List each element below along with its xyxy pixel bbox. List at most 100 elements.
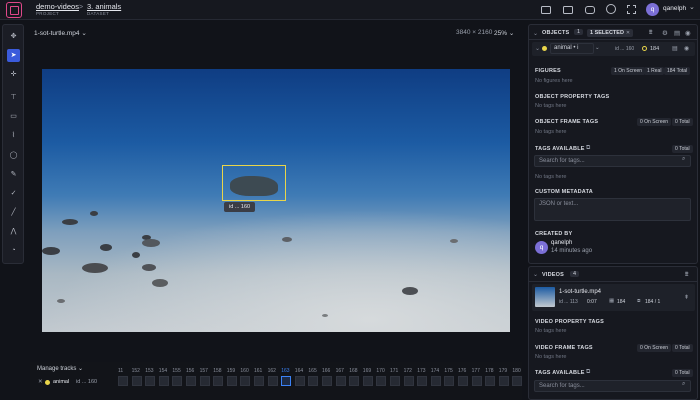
frame-cell[interactable] <box>362 376 373 386</box>
chevron-down-icon[interactable]: ⌄ <box>78 366 83 372</box>
frame-cell[interactable] <box>308 376 319 386</box>
user-name[interactable]: qanelph <box>663 5 686 12</box>
frame-tick[interactable]: 166 <box>322 368 330 374</box>
brush-icon[interactable]: ✎ <box>7 168 20 181</box>
chevron-down-icon[interactable]: ⌄ <box>509 30 514 37</box>
frame-cell[interactable] <box>376 376 387 386</box>
object-class-select[interactable]: animal • i <box>550 43 594 54</box>
fullscreen-icon[interactable] <box>541 6 551 14</box>
settings-icon[interactable]: ⚙ <box>662 29 668 37</box>
frame-tick[interactable]: 178 <box>485 368 493 374</box>
frame-cell[interactable] <box>349 376 360 386</box>
custom-metadata-input[interactable]: JSON or text... <box>534 198 691 221</box>
frame-cell[interactable] <box>118 376 128 386</box>
play-icon[interactable] <box>563 6 573 14</box>
frame-tick[interactable]: 160 <box>240 368 248 374</box>
chevron-down-icon[interactable]: ⌄ <box>533 30 538 37</box>
frame-cell[interactable] <box>281 376 292 386</box>
video-tags-search-input[interactable]: Search for tags... <box>534 380 691 392</box>
frame-tick[interactable]: 161 <box>254 368 262 374</box>
frame-cell[interactable] <box>226 376 237 386</box>
cursor-icon[interactable]: ➤ <box>7 49 20 62</box>
bounding-box-label[interactable]: id ... 160 <box>224 202 256 212</box>
frame-cell[interactable] <box>322 376 332 386</box>
frame-cell[interactable] <box>240 376 251 386</box>
frame-tick[interactable]: 176 <box>458 368 466 374</box>
chevron-down-icon[interactable]: ⌄ <box>595 45 600 51</box>
frame-tick[interactable]: 153 <box>145 368 153 374</box>
frame-cell[interactable] <box>145 376 156 386</box>
frame-tick[interactable]: 179 <box>499 368 507 374</box>
video-menu-icon[interactable]: ⇞ <box>684 294 689 301</box>
frame-tick[interactable]: 177 <box>472 368 480 374</box>
frame-cell[interactable] <box>172 376 183 386</box>
eye-icon[interactable]: ◉ <box>685 29 691 37</box>
frame-tick[interactable]: 152 <box>132 368 140 374</box>
trash-icon[interactable]: ▤ <box>674 29 680 37</box>
camera-icon[interactable] <box>585 6 595 14</box>
search-icon[interactable]: ⌕ <box>682 381 685 388</box>
frame-cell[interactable] <box>267 376 278 386</box>
logo-icon[interactable] <box>6 2 22 18</box>
frame-cell[interactable] <box>186 376 196 386</box>
frame-cell[interactable] <box>158 376 169 386</box>
frame-cell[interactable] <box>458 376 468 386</box>
link-icon[interactable]: ⧉ <box>586 369 590 376</box>
search-icon[interactable]: ⌕ <box>682 156 685 163</box>
manage-tracks-label[interactable]: Manage tracks <box>37 366 76 372</box>
frame-cell[interactable] <box>254 376 264 386</box>
eye-icon[interactable]: ◉ <box>684 45 689 52</box>
frame-tick[interactable]: 173 <box>417 368 425 374</box>
clear-selection-icon[interactable]: ✕ <box>626 30 630 36</box>
filter-icon[interactable]: ⩩ <box>685 271 688 279</box>
track-close-icon[interactable]: ✕ <box>38 379 43 385</box>
frame-cell[interactable] <box>498 376 509 386</box>
video-name[interactable]: 1-sot-turtle.mp4 <box>559 289 601 295</box>
tags-search-input[interactable]: Search for tags... <box>534 155 691 167</box>
move-icon[interactable]: ✛ <box>7 68 20 81</box>
track-class[interactable]: animal <box>53 379 69 385</box>
ellipse-icon[interactable]: ◯ <box>7 149 20 162</box>
frame-tick[interactable]: 164 <box>295 368 303 374</box>
frame-tick[interactable]: 154 <box>159 368 167 374</box>
user-avatar[interactable]: q <box>646 3 659 16</box>
frame-tick[interactable]: 158 <box>213 368 221 374</box>
frame-tick[interactable]: 165 <box>308 368 316 374</box>
frame-cell[interactable] <box>131 376 142 386</box>
frame-cell[interactable] <box>213 376 224 386</box>
selection-badge[interactable]: 1 SELECTED ✕ <box>587 29 634 37</box>
manage-tracks-button[interactable]: Manage tracks ⌄ <box>37 365 83 372</box>
frame-tick[interactable]: 163 <box>281 368 289 374</box>
frame-cell[interactable] <box>294 376 305 386</box>
frame-tick[interactable]: 159 <box>227 368 235 374</box>
frame-cell[interactable] <box>512 376 523 386</box>
frame-tick[interactable]: 11 <box>118 368 123 374</box>
video-file-select[interactable]: 1-sot-turtle.mp4 ⌄ <box>34 29 87 37</box>
user-menu-chevron-icon[interactable]: ⌄ <box>689 3 695 11</box>
frame-tick[interactable]: 171 <box>390 368 398 374</box>
frame-tick[interactable]: 175 <box>444 368 452 374</box>
dataset-crumb[interactable]: 3. animals DATASET <box>87 2 121 16</box>
frame-tick[interactable]: 157 <box>200 368 208 374</box>
frame-tick[interactable]: 170 <box>376 368 384 374</box>
line-icon[interactable]: ╱ <box>7 206 20 219</box>
frame-tick[interactable]: 155 <box>172 368 180 374</box>
frame-tick[interactable]: 180 <box>512 368 520 374</box>
graph-icon[interactable]: ⋀ <box>7 225 20 238</box>
chevron-down-icon[interactable]: ⌄ <box>81 30 86 37</box>
rectangle-icon[interactable]: ▭ <box>7 110 20 123</box>
frame-cell[interactable] <box>417 376 428 386</box>
settings-icon[interactable] <box>606 4 616 14</box>
frame-tick[interactable]: 168 <box>349 368 357 374</box>
frame-cell[interactable] <box>471 376 482 386</box>
frame-cell[interactable] <box>335 376 346 386</box>
polyline-icon[interactable]: ⌇ <box>7 129 20 142</box>
chevron-down-icon[interactable]: ⌄ <box>535 45 540 52</box>
expand-icon[interactable] <box>627 5 636 14</box>
frame-tick[interactable]: 172 <box>404 368 412 374</box>
frame-tick[interactable]: 169 <box>363 368 371 374</box>
bounding-box[interactable] <box>222 165 286 201</box>
frame-tick[interactable]: 174 <box>431 368 439 374</box>
project-crumb[interactable]: demo-videos PROJECT <box>36 2 79 16</box>
frame-cell[interactable] <box>199 376 210 386</box>
